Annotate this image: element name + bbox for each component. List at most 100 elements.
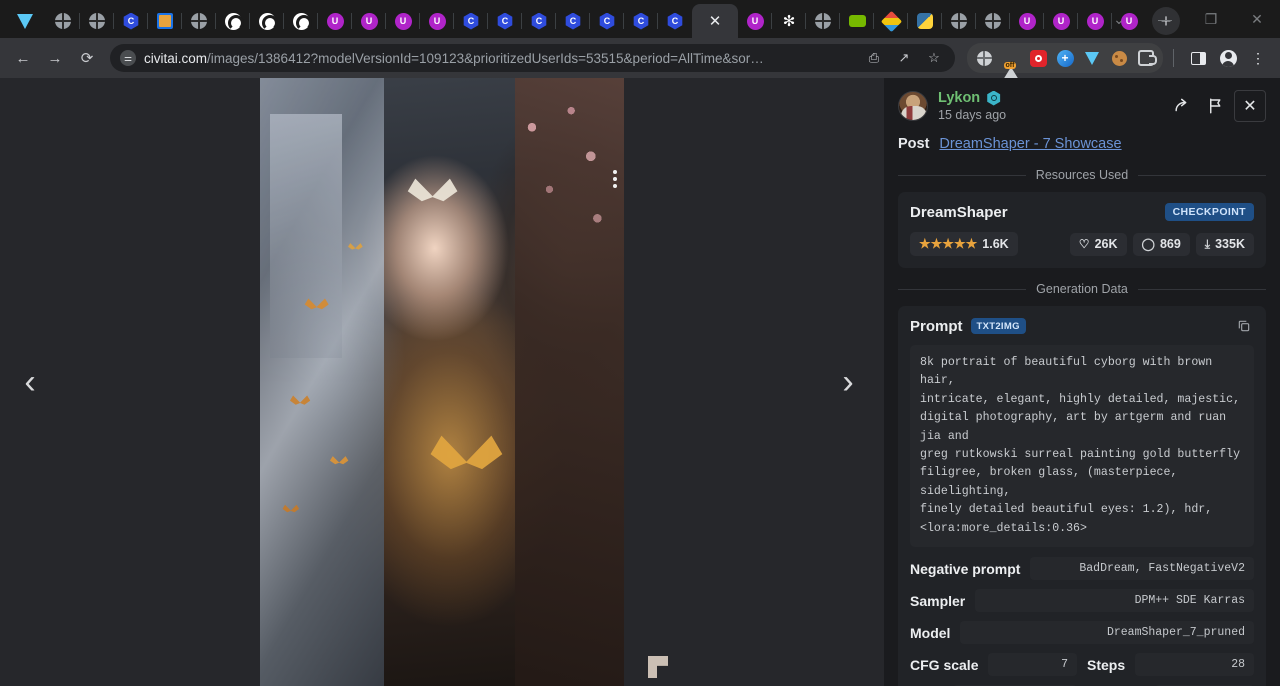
tab-civitai-6[interactable]: C [590, 4, 624, 38]
extensions-group: off + [967, 43, 1163, 73]
browser-menu-button[interactable]: ⋮ [1244, 44, 1272, 72]
param-cfg-steps: CFG scale 7 Steps 28 [910, 653, 1254, 676]
comments-count: 869 [1160, 237, 1181, 251]
extension-globe[interactable] [971, 45, 997, 71]
heart-icon: ♡ [1079, 237, 1090, 251]
tab-ucircle-6[interactable]: U [1010, 4, 1044, 38]
cookie-icon [1112, 51, 1127, 66]
close-window-button[interactable]: ✕ [1234, 0, 1280, 38]
tab-ucircle-3[interactable]: U [386, 4, 420, 38]
star-icon[interactable]: ☆ [923, 47, 945, 69]
tab-civitai-2[interactable]: C [454, 4, 488, 38]
tab-globe-4[interactable] [806, 4, 840, 38]
param-sampler: Sampler DPM++ SDE Karras [910, 589, 1254, 612]
tab-active-civitai[interactable]: ✕ [692, 4, 738, 38]
resource-card[interactable]: DreamShaper CHECKPOINT ★★★★★ 1.6K ♡ 26K [898, 192, 1266, 268]
github-icon [225, 13, 242, 30]
reload-button[interactable]: ⟳ [72, 43, 102, 73]
globe-icon [951, 13, 967, 29]
steps-label: Steps [1087, 657, 1125, 673]
profile-button[interactable] [1214, 44, 1242, 72]
url-text: civitai.com/images/1386412?modelVersionI… [144, 51, 855, 66]
tab-github-2[interactable] [250, 4, 284, 38]
likes-pill: ♡ 26K [1070, 233, 1127, 256]
gear-icon: ✻ [783, 14, 796, 29]
share-icon[interactable] [1166, 90, 1198, 122]
extension-plus[interactable]: + [1052, 45, 1078, 71]
tab-store[interactable] [148, 4, 182, 38]
install-icon[interactable]: ⎙ [863, 47, 885, 69]
window-controls: ⌄ — ❐ ✕ [1096, 0, 1280, 38]
address-bar[interactable]: ⚌ civitai.com/images/1386412?modelVersio… [110, 44, 955, 72]
resource-name[interactable]: DreamShaper [910, 204, 1008, 221]
civitai-icon: C [531, 13, 548, 30]
negative-prompt-value: BadDream, FastNegativeV2 [1030, 557, 1254, 580]
tab-diamond[interactable] [4, 4, 46, 38]
civitai-icon: C [599, 13, 616, 30]
civitai-icon: C [463, 13, 480, 30]
tab-python[interactable] [908, 4, 942, 38]
tab-globe-3[interactable] [182, 4, 216, 38]
diamond-icon [1085, 52, 1099, 65]
panel-actions: ✕ [1166, 90, 1266, 122]
maximize-button[interactable]: ❐ [1188, 0, 1234, 38]
tab-github-1[interactable] [216, 4, 250, 38]
python-icon [917, 13, 933, 29]
extension-cookie[interactable] [1106, 45, 1132, 71]
tab-ucircle-1[interactable]: U [318, 4, 352, 38]
previous-image-button[interactable]: ‹ [8, 352, 52, 412]
forward-button[interactable]: → [40, 43, 70, 73]
tab-ucircle-7[interactable]: U [1044, 4, 1078, 38]
generation-section-header: Generation Data [898, 282, 1266, 296]
tab-civitai-8[interactable]: C [658, 4, 692, 38]
divider-line [898, 175, 1026, 176]
tab-globe-6[interactable] [976, 4, 1010, 38]
extension-diamond[interactable] [1079, 45, 1105, 71]
minimize-button[interactable]: — [1142, 0, 1188, 38]
tab-nvidia[interactable] [840, 4, 874, 38]
avatar[interactable] [898, 91, 928, 121]
flag-icon[interactable] [1200, 90, 1232, 122]
url-path: /images/1386412?modelVersionId=109123&pr… [207, 51, 764, 66]
next-image-button[interactable]: › [826, 352, 870, 412]
extension-puzzle[interactable] [1133, 45, 1159, 71]
tab-search-chevron-icon[interactable]: ⌄ [1096, 0, 1142, 38]
image-options-menu[interactable] [602, 166, 628, 192]
post-link[interactable]: DreamShaper - 7 Showcase [939, 136, 1121, 152]
copy-icon[interactable] [1234, 316, 1254, 336]
civitai-icon: C [123, 13, 140, 30]
tab-paint[interactable] [874, 4, 908, 38]
side-panel-button[interactable] [1184, 44, 1212, 72]
artwork-left-pillar [260, 78, 384, 686]
tab-ucircle-2[interactable]: U [352, 4, 386, 38]
close-panel-button[interactable]: ✕ [1234, 90, 1266, 122]
cfg-value: 7 [988, 653, 1077, 676]
corner-marker [648, 656, 668, 678]
tab-globe-2[interactable] [80, 4, 114, 38]
tab-civitai-5[interactable]: C [556, 4, 590, 38]
tab-ucircle-4[interactable]: U [420, 4, 454, 38]
username[interactable]: Lykon [938, 90, 980, 106]
artwork-container [260, 78, 624, 686]
tab-civitai-3[interactable]: C [488, 4, 522, 38]
extension-adblock-off[interactable]: off [998, 45, 1024, 71]
downloads-count: 335K [1215, 237, 1245, 251]
globe-icon [191, 13, 207, 29]
comment-icon: ◯ [1142, 237, 1155, 251]
tab-gear[interactable]: ✻ [772, 4, 806, 38]
cfg-label: CFG scale [910, 657, 978, 673]
share-icon[interactable]: ↗ [893, 47, 915, 69]
tab-github-3[interactable] [284, 4, 318, 38]
tab-globe-5[interactable] [942, 4, 976, 38]
site-settings-icon[interactable]: ⚌ [120, 50, 136, 66]
tab-civitai-7[interactable]: C [624, 4, 658, 38]
tab-globe-1[interactable] [46, 4, 80, 38]
close-icon[interactable]: ✕ [709, 14, 722, 29]
extension-record[interactable] [1025, 45, 1051, 71]
tab-civitai-4[interactable]: C [522, 4, 556, 38]
panel-scroll-area[interactable]: Resources Used DreamShaper CHECKPOINT ★★… [884, 166, 1280, 686]
back-button[interactable]: ← [8, 43, 38, 73]
model-label: Model [910, 625, 950, 641]
tab-ucircle-5[interactable]: U [738, 4, 772, 38]
tab-civitai-1[interactable]: C [114, 4, 148, 38]
